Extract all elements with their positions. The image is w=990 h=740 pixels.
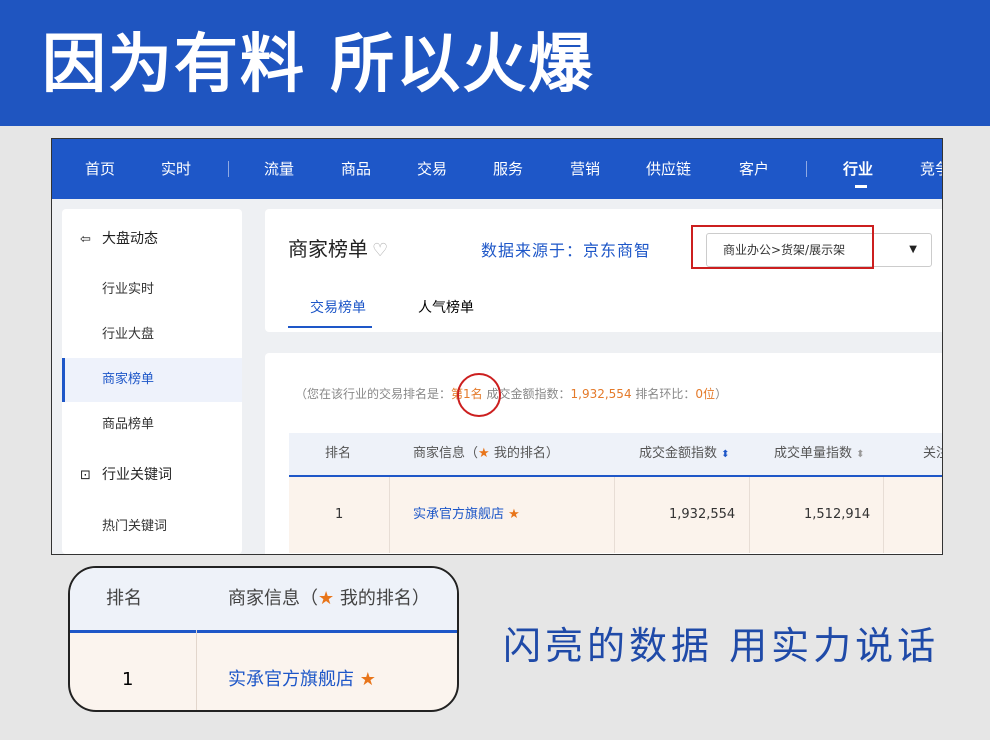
nav-item-competition[interactable]: 竞争 [920,139,942,199]
caret-down-icon: ▼ [909,244,917,255]
col-merchant-info-a: 商家信息（ [413,446,479,461]
col-amount-index[interactable]: 成交金额指数 ⬍ [639,433,730,475]
col-orders-label: 成交单量指数 [774,446,853,461]
nav-item-realtime[interactable]: 实时 [161,139,191,199]
nav-item-traffic[interactable]: 流量 [264,139,294,199]
top-nav: 首页 实时 流量 商品 交易 服务 营销 供应链 客户 行业 竞争 [52,139,942,199]
nav-item-industry[interactable]: 行业 [843,139,873,199]
annotation-circle [457,373,501,417]
table-header: 排名 商家信息（★ 我的排名） 成交金额指数 ⬍ 成交单量指数 ⬍ 关注 [289,433,942,477]
cell-orders: 1,512,914 [804,507,871,522]
col-follow: 关注 [923,446,942,461]
col-rank: 排名 [325,446,352,461]
star-icon: ★ [318,588,335,609]
cell-rank: 1 [335,507,344,522]
cell-amount: 1,932,554 [669,507,736,522]
sidebar-item-merchant-ranking[interactable]: 商家榜单 [62,358,242,402]
tab-popularity-ranking[interactable]: 人气榜单 [418,297,474,317]
market-trend-icon: ⇦ [80,232,91,247]
sidebar-item-industry-overview[interactable]: 行业大盘 [62,313,242,357]
merchant-link[interactable]: 实承官方旗舰店 [413,507,504,522]
page-title-text: 商家榜单 [288,237,368,261]
tab-trade-ranking[interactable]: 交易榜单 [310,297,366,317]
data-source-label: 数据来源于：京东商智 [481,241,652,260]
col-orders-index[interactable]: 成交单量指数 ⬍ [774,433,865,475]
sidebar-section-label: 大盘动态 [102,231,158,247]
col-merchant-info: 商家信息（★ 我的排名） [413,433,559,475]
star-icon: ★ [478,446,490,461]
sidebar-item-product-ranking[interactable]: 商品榜单 [62,403,242,447]
zoom-table-header: 排名 商家信息（★ 我的排名） [70,568,457,633]
tab-active-indicator [288,326,372,328]
nav-item-home[interactable]: 首页 [85,139,115,199]
dashboard-screenshot: 首页 实时 流量 商品 交易 服务 营销 供应链 客户 行业 竞争 ⇦ 大盘动态 … [51,138,943,555]
nav-item-supply-chain[interactable]: 供应链 [646,139,691,199]
promo-banner: 因为有料 所以火爆 [0,0,990,126]
cell-divider [883,477,884,553]
keyword-icon: ⊡ [80,468,91,483]
nav-active-indicator [855,185,867,188]
banner-title: 因为有料 所以火爆 [42,28,595,102]
sidebar: ⇦ 大盘动态 行业实时 行业大盘 商家榜单 商品榜单 ⊡ 行业关键词 热门关键词 [62,209,242,554]
table-row[interactable]: 1 实承官方旗舰店 ★ 1,932,554 1,512,914 [289,477,942,553]
zoom-cell-merchant: 实承官方旗舰店 ★ [228,656,376,704]
sidebar-section-market[interactable]: ⇦ 大盘动态 [80,229,158,249]
annotation-highlight-box [691,225,874,269]
nav-item-marketing[interactable]: 营销 [570,139,600,199]
nav-separator [228,161,229,177]
zoom-col-info-b: 我的排名） [339,588,430,609]
nav-item-service[interactable]: 服务 [493,139,523,199]
star-icon: ★ [359,669,376,690]
zoom-merchant-name: 实承官方旗舰店 [228,669,354,690]
star-icon: ★ [508,507,520,522]
zoom-cell-rank: 1 [122,669,134,690]
ranking-table-card: （您在该行业的交易排名是：第1名 成交金额指数：1,932,554 排名环比：0… [265,353,942,554]
sidebar-section-keywords[interactable]: ⊡ 行业关键词 [80,465,172,485]
nav-item-customer[interactable]: 客户 [739,139,769,199]
zoomed-callout: 排名 商家信息（★ 我的排名） 1 实承官方旗舰店 ★ [68,566,459,712]
sort-icon[interactable]: ⬍ [721,449,729,460]
summary-change: 0位 [695,387,716,401]
col-amount-label: 成交金额指数 [639,446,718,461]
cell-divider [614,477,615,553]
col-merchant-info-b: 我的排名） [493,446,559,461]
page-title: 商家榜单 ♡ [288,233,388,262]
summary-suffix: ） [715,387,728,401]
sidebar-item-industry-realtime[interactable]: 行业实时 [62,268,242,312]
rank-summary: （您在该行业的交易排名是：第1名 成交金额指数：1,932,554 排名环比：0… [295,385,727,402]
cell-divider [749,477,750,553]
cell-divider [389,477,390,553]
summary-change-label: 排名环比： [635,387,696,401]
zoom-col-rank: 排名 [106,588,142,609]
slogan: 闪亮的数据 用实力说话 [503,624,940,668]
nav-separator [806,161,807,177]
sort-icon[interactable]: ⬍ [856,449,864,460]
summary-prefix: （您在该行业的交易排名是： [295,387,452,401]
ranking-header-card: 商家榜单 ♡ 数据来源于：京东商智 商业办公>货架/展示架 ▼ 交易榜单 人气榜单 [265,209,942,332]
sidebar-section-label: 行业关键词 [102,467,172,483]
nav-item-trade[interactable]: 交易 [417,139,447,199]
sidebar-item-hot-keywords[interactable]: 热门关键词 [62,505,242,549]
summary-amount: 1,932,554 [570,387,632,401]
nav-item-products[interactable]: 商品 [341,139,371,199]
zoom-cell-divider [196,630,197,710]
zoom-col-merchant-info: 商家信息（★ 我的排名） [228,568,430,630]
heart-icon[interactable]: ♡ [372,240,388,261]
cell-merchant[interactable]: 实承官方旗舰店 ★ [413,477,520,553]
zoom-col-info-a: 商家信息（ [228,588,318,609]
